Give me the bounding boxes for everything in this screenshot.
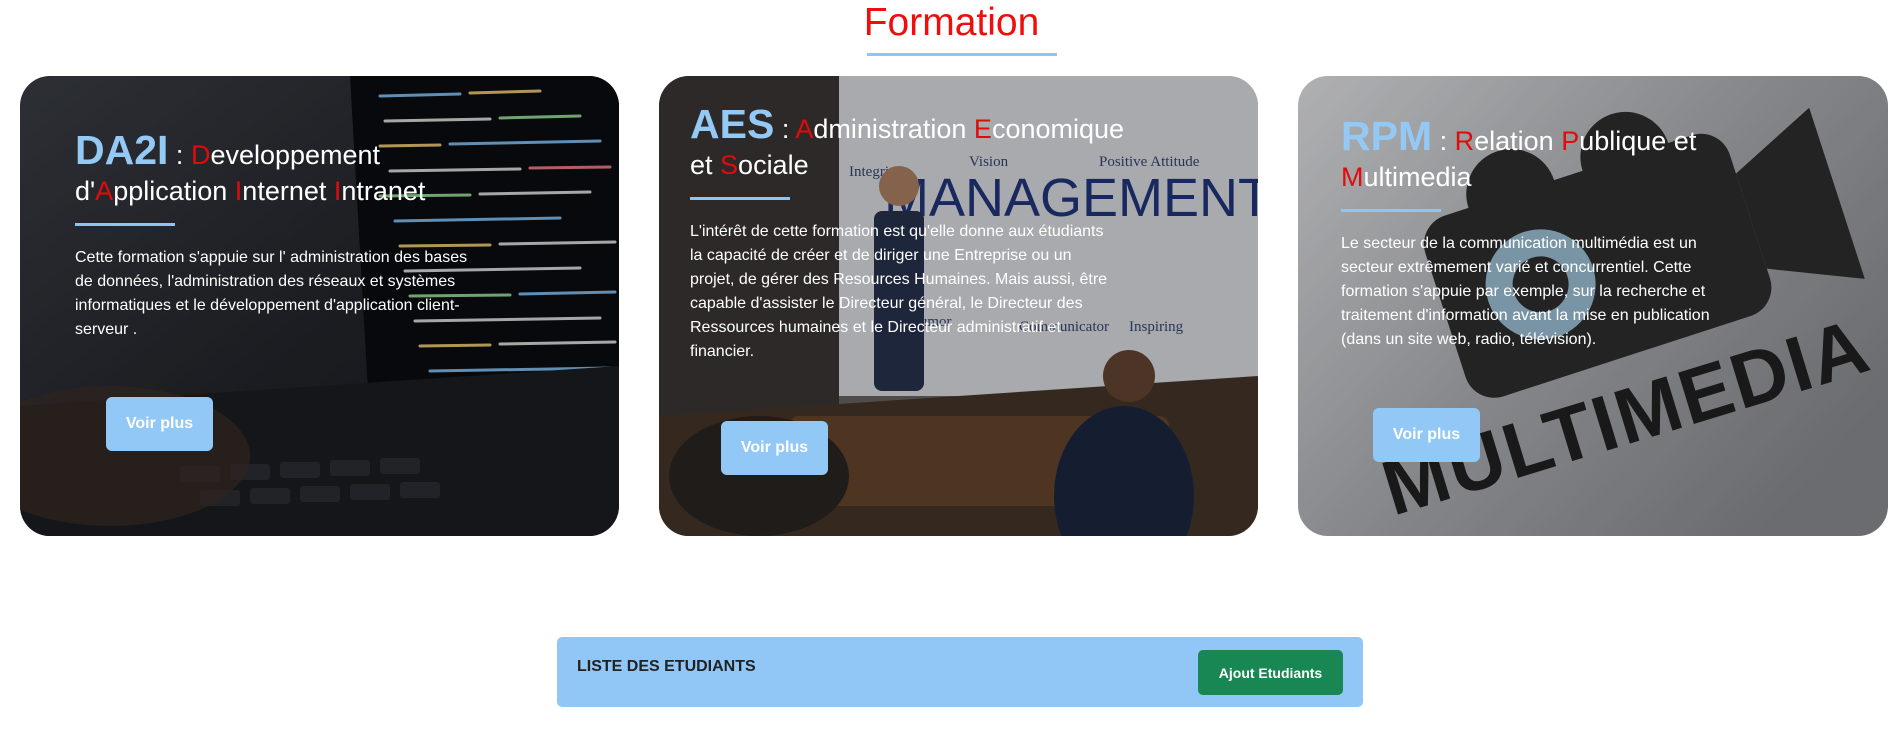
voir-plus-button[interactable]: Voir plus (721, 421, 828, 475)
card-description: L'intérêt de cette formation est qu'elle… (690, 223, 1108, 360)
red-initial: R (1454, 126, 1475, 156)
card-divider (690, 197, 790, 200)
card-aes: MANAGEMENT Integrity Vision Positive Attitu… (659, 76, 1258, 536)
card-description: Cette formation s'appuie sur l' administ… (75, 249, 468, 338)
red-initial: S (720, 150, 739, 180)
card-da2i: DA2I : Developpement d'Application Inter… (20, 76, 619, 536)
card-divider (1341, 209, 1441, 212)
name-fragment: ociale (738, 150, 809, 180)
red-initial: A (95, 176, 114, 206)
name-fragment: ntranet (341, 176, 426, 206)
name-fragment: elation (1474, 126, 1562, 156)
students-bar: LISTE DES ETUDIANTS Ajout Etudiants (557, 637, 1363, 707)
red-initial: P (1561, 126, 1580, 156)
card-rpm: MULTIMEDIA RPM : Relation Publique et Mu… (1298, 76, 1888, 536)
card-abbr: DA2I (75, 127, 169, 173)
add-students-button[interactable]: Ajout Etudiants (1198, 650, 1343, 695)
card-title: DA2I : Developpement d'Application Inter… (75, 127, 426, 207)
card-description: Le secteur de la communication multimédi… (1341, 235, 1710, 348)
name-fragment: ublique et (1579, 126, 1697, 156)
card-abbr: AES (690, 101, 775, 147)
name-fragment: pplication (113, 176, 235, 206)
red-initial: D (190, 140, 211, 170)
students-list-title: LISTE DES ETUDIANTS (577, 658, 756, 675)
voir-plus-button[interactable]: Voir plus (106, 397, 213, 451)
card-title: RPM : Relation Publique et Multimedia (1341, 113, 1697, 193)
name-fragment: nternet (242, 176, 334, 206)
red-initial: M (1341, 162, 1364, 192)
red-initial: E (973, 114, 992, 144)
card-divider (75, 223, 175, 226)
red-initial: A (795, 114, 814, 144)
title-underline (867, 53, 1057, 56)
card-content: DA2I : Developpement d'Application Inter… (75, 127, 475, 358)
card-content: RPM : Relation Publique et Multimedia Le… (1341, 113, 1741, 368)
name-fragment: ultimedia (1363, 162, 1472, 192)
card-content: AES : Administration Economique et Socia… (690, 101, 1140, 380)
section-title: Formation (863, 1, 1040, 44)
card-abbr: RPM (1341, 113, 1433, 159)
card-title: AES : Administration Economique et Socia… (690, 101, 1125, 181)
voir-plus-button[interactable]: Voir plus (1373, 408, 1480, 462)
name-fragment: dministration (813, 114, 974, 144)
